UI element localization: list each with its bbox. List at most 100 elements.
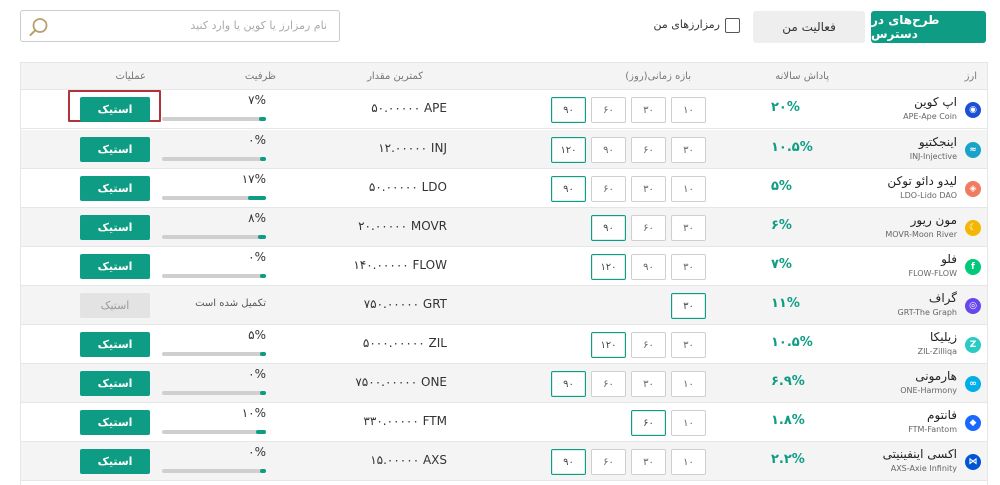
period-option[interactable]: ۱۰ [671, 449, 706, 475]
apr-value: ۷% [771, 257, 792, 272]
period-option[interactable]: ۶۰ [591, 97, 626, 123]
table-row: ◉ اپ کوین APE-Ape Coin ۲۰% ۱۰ ۳۰ ۶۰ ۹۰ ۵۰.۰۰۰۰۰ … [21, 90, 987, 129]
apr-value: ۲۰% [771, 100, 800, 115]
table-row: f فلو FLOW-FLOW ۷% ۳۰ ۹۰ ۱۲۰ ۱۴۰.۰۰۰۰۰ FLOW ۰% اس… [21, 247, 987, 286]
capacity-bar-fill [259, 157, 266, 161]
period-option[interactable]: ۱۲۰ [551, 137, 586, 163]
apr-value: ۲.۲% [771, 452, 805, 467]
capacity-completed: تکمیل شده است [195, 298, 266, 309]
my-coins-label: رمزارزهای من [653, 18, 720, 31]
period-option[interactable]: ۱۲۰ [591, 254, 626, 280]
period-option[interactable]: ۶۰ [591, 176, 626, 202]
period-option[interactable]: ۳۰ [631, 371, 666, 397]
stake-button[interactable]: استیک [80, 371, 150, 396]
period-option[interactable]: ۳۰ [671, 332, 706, 358]
period-option[interactable]: ۳۰ [631, 449, 666, 475]
period-option[interactable]: ۹۰ [551, 97, 586, 123]
period-option[interactable]: ۳۰ [671, 137, 706, 163]
coin-icon: ≈ [965, 142, 981, 158]
table-header: ارز پاداش سالانه بازه زمانی(روز) کمترین … [21, 62, 987, 90]
min-amount: ۵۰.۰۰۰۰۰ LDO [368, 180, 447, 194]
capacity-bar [162, 391, 266, 395]
apr-value: ۵% [771, 179, 792, 194]
coin-icon: ∞ [965, 376, 981, 392]
period-option[interactable]: ۹۰ [551, 371, 586, 397]
table-row: ◆ فانتوم FTM-Fantom ۱.۸% ۱۰ ۶۰ ۳۳۰.۰۰۰۰۰ FTM ۱۰… [21, 403, 987, 442]
period-option[interactable]: ۱۲۰ [591, 332, 626, 358]
coin-name: اکسی اینفینیتی [882, 447, 957, 461]
coin-icon: Z [965, 337, 981, 353]
min-amount: ۳۳۰.۰۰۰۰۰ FTM [363, 414, 447, 428]
period-option[interactable]: ۹۰ [551, 449, 586, 475]
capacity-percent: ۱۷% [241, 172, 266, 186]
period-option[interactable]: ۳۰ [671, 293, 706, 319]
min-amount: ۷۵۰۰.۰۰۰۰۰ ONE [355, 375, 447, 389]
period-option[interactable]: ۶۰ [591, 449, 626, 475]
period-option[interactable]: ۶۰ [631, 215, 666, 241]
stake-button[interactable]: استیک [80, 254, 150, 279]
period-option[interactable]: ۶۰ [631, 137, 666, 163]
coin-symbol: FTM-Fantom [908, 425, 957, 434]
stake-button[interactable]: استیک [80, 97, 150, 122]
capacity-bar-fill [259, 469, 266, 473]
search-input[interactable]: نام رمزارز یا کوین یا وارد کنید [20, 10, 340, 42]
search-icon[interactable] [28, 16, 50, 38]
period-option[interactable]: ۳۰ [631, 176, 666, 202]
period-option[interactable]: ۱۰ [671, 176, 706, 202]
period-option[interactable]: ۳۰ [631, 97, 666, 123]
header-capacity: ظرفیت [244, 71, 276, 82]
search-placeholder: نام رمزارز یا کوین یا وارد کنید [190, 19, 327, 32]
stake-button[interactable]: استیک [80, 215, 150, 240]
capacity-percent: ۰% [248, 250, 266, 264]
header-actions: عملیات [115, 71, 146, 82]
stake-button[interactable]: استیک [80, 332, 150, 357]
capacity-bar [162, 352, 266, 356]
table-row: Z زیلیکا ZIL-Zilliqa ۱۰.۵% ۳۰ ۶۰ ۱۲۰ ۵۰۰۰.۰۰۰۰۰… [21, 325, 987, 364]
coin-name: فلو [941, 252, 957, 266]
period-option[interactable]: ۹۰ [591, 137, 626, 163]
coin-icon: ◆ [965, 415, 981, 431]
apr-value: ۱.۸% [771, 413, 805, 428]
coin-symbol: ONE-Harmony [900, 386, 957, 395]
apr-value: ۱۱% [771, 296, 800, 311]
period-option[interactable]: ۱۰ [671, 371, 706, 397]
coin-icon: ⋈ [965, 454, 981, 470]
period-option[interactable]: ۱۰ [671, 97, 706, 123]
coin-icon: ☾ [965, 220, 981, 236]
tab-my-activity[interactable]: فعالیت من [753, 11, 865, 43]
table-row: ⋈ اکسی اینفینیتی AXS-Axie Infinity ۲.۲% ۱۰ ۳۰… [21, 442, 987, 481]
stake-button[interactable]: استیک [80, 410, 150, 435]
period-option[interactable]: ۹۰ [591, 215, 626, 241]
period-option[interactable]: ۶۰ [631, 410, 666, 436]
stake-button[interactable]: استیک [80, 137, 150, 162]
stake-button[interactable]: استیک [80, 449, 150, 474]
capacity-percent: ۸% [248, 211, 266, 225]
period-option[interactable]: ۹۰ [551, 176, 586, 202]
coin-symbol: AXS-Axie Infinity [890, 464, 957, 473]
min-amount: ۵۰۰۰.۰۰۰۰۰ ZIL [362, 336, 447, 350]
capacity-percent: ۵% [248, 328, 266, 342]
capacity-bar [162, 274, 266, 278]
capacity-bar [162, 430, 266, 434]
apr-value: ۱۰.۵% [771, 335, 813, 350]
coin-symbol: MOVR-Moon River [885, 230, 957, 239]
capacity-bar-fill [259, 391, 266, 395]
table-row: ☾ مون ریور MOVR-Moon River ۶% ۳۰ ۶۰ ۹۰ ۲۰.۰۰۰۰۰… [21, 208, 987, 247]
period-option[interactable]: ۱۰ [671, 410, 706, 436]
coin-name: مون ریور [910, 213, 957, 227]
capacity-bar [162, 196, 266, 200]
stake-button[interactable]: استیک [80, 176, 150, 201]
table-row: ◎ گراف GRT-The Graph ۱۱% ۳۰ ۷۵۰.۰۰۰۰۰ GRT تکمی… [21, 286, 987, 325]
min-amount: ۲۰.۰۰۰۰۰ MOVR [358, 219, 447, 233]
header-min-amount: کمترین مقدار [367, 71, 423, 82]
period-option[interactable]: ۶۰ [631, 332, 666, 358]
period-option[interactable]: ۳۰ [671, 215, 706, 241]
period-option[interactable]: ۳۰ [671, 254, 706, 280]
capacity-percent: ۷% [248, 93, 266, 107]
my-coins-checkbox[interactable] [725, 18, 740, 33]
tab-available-plans[interactable]: طرح‌های در دسترس [871, 11, 986, 43]
coin-icon: ◈ [965, 181, 981, 197]
table-row: ∞ هارمونی ONE-Harmony ۶.۹% ۱۰ ۳۰ ۶۰ ۹۰ ۷۵۰۰.۰۰۰۰… [21, 364, 987, 403]
period-option[interactable]: ۶۰ [591, 371, 626, 397]
period-option[interactable]: ۹۰ [631, 254, 666, 280]
